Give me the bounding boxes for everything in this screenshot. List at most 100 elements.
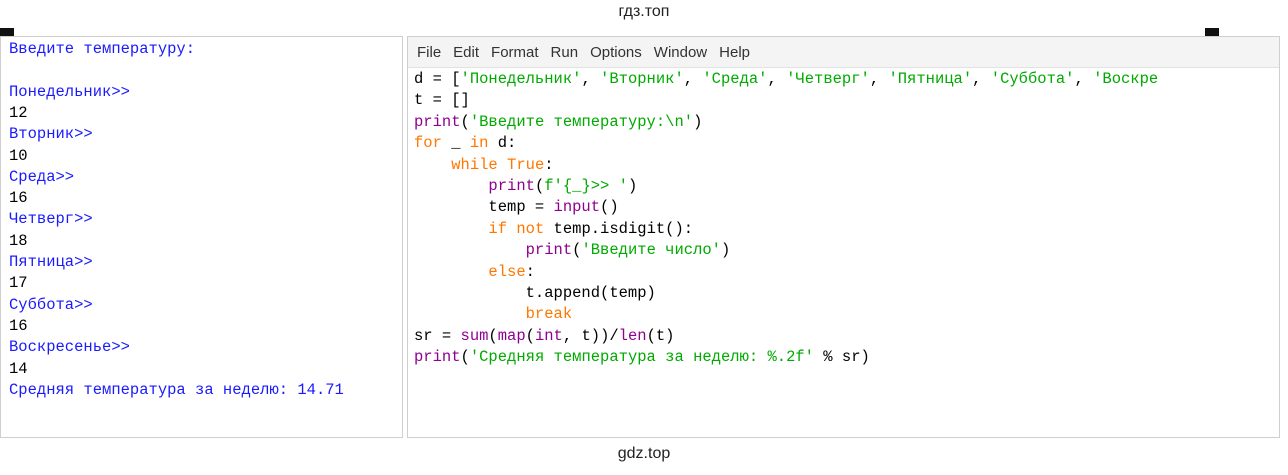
code-token: print	[414, 112, 461, 131]
watermark-top: гдз.топ	[618, 3, 670, 20]
menu-window[interactable]: Window	[654, 44, 707, 61]
code-token: sr =	[414, 326, 461, 345]
code-line: t.append(temp)	[414, 283, 1158, 304]
code-token: :	[544, 155, 554, 174]
shell-input-line: 12	[9, 103, 28, 122]
code-token: break	[525, 305, 573, 324]
shell-output-pane[interactable]: Введите температуру: Понедельник>> 12 Вторн…	[0, 36, 403, 438]
code-token: 'Воскре	[1093, 70, 1159, 88]
code-token: int	[534, 326, 563, 345]
code-token: input	[553, 198, 601, 217]
code-token: while	[451, 155, 498, 174]
code-token: for	[414, 134, 442, 153]
code-line: d = ['Понедельник', 'Вторник', 'Среда', …	[414, 69, 1158, 90]
code-token: 'Понедельник'	[460, 70, 582, 88]
code-token: ,	[1074, 70, 1094, 88]
code-token: 'Среда'	[702, 70, 768, 88]
code-token: temp.isdigit():	[544, 219, 694, 238]
code-token: f'{_}>> '	[544, 176, 628, 195]
code-token: ,	[972, 70, 991, 88]
menu-options[interactable]: Options	[590, 44, 642, 61]
editor-window[interactable]: File Edit Format Run Options Window Help d = […	[407, 36, 1280, 438]
code-token: in	[469, 134, 489, 153]
code-token: 'Средняя температура за неделю: %.2f'	[469, 348, 814, 367]
crop-artifact	[1205, 28, 1219, 36]
code-line: for _ in d:	[414, 133, 1158, 154]
shell-output-line: Четверг>>	[9, 210, 93, 229]
code-line: while True:	[414, 155, 1158, 176]
shell-output-line: Понедельник>>	[9, 82, 130, 101]
code-token: sum	[460, 326, 489, 345]
menu-run[interactable]: Run	[551, 44, 579, 61]
code-token: if	[488, 219, 508, 238]
code-token: ()	[600, 198, 619, 217]
code-token: t = []	[414, 91, 470, 110]
code-token: 'Введите температуру:\n'	[469, 112, 694, 131]
menu-file[interactable]: File	[417, 44, 441, 61]
code-token: else	[488, 262, 526, 281]
code-token: temp =	[414, 198, 554, 217]
code-token: print	[488, 176, 535, 195]
shell-output-line: Средняя температура за неделю: 14.71	[9, 380, 344, 399]
code-token: ,	[581, 70, 601, 88]
menu-help[interactable]: Help	[719, 44, 750, 61]
code-token: _	[441, 134, 470, 153]
crop-artifact	[0, 28, 14, 36]
code-token: ,	[767, 70, 787, 88]
code-line: break	[414, 304, 1158, 325]
shell-output-line: Суббота>>	[9, 295, 93, 314]
code-token: (t)	[646, 326, 675, 345]
code-token: , t))/	[562, 326, 619, 345]
code-token: True	[507, 155, 545, 174]
code-token: len	[618, 326, 647, 345]
code-token: ,	[683, 70, 703, 88]
code-line: temp = input()	[414, 197, 1158, 218]
code-token: d:	[488, 134, 517, 153]
watermark-bottom: gdz.top	[617, 445, 671, 462]
menu-edit[interactable]: Edit	[453, 44, 479, 61]
code-line: if not temp.isdigit():	[414, 219, 1158, 240]
shell-output-line: Вторник>>	[9, 125, 93, 144]
code-token: (	[460, 112, 470, 131]
code-token: 'Пятница'	[888, 70, 973, 88]
code-token: (	[534, 176, 545, 195]
shell-output-line: Введите температуру:	[9, 40, 196, 58]
code-line: print('Введите температуру:\n')	[414, 112, 1158, 133]
code-token: print	[525, 241, 573, 260]
code-area[interactable]: d = ['Понедельник', 'Вторник', 'Среда' , …	[414, 69, 1158, 368]
code-token: :	[525, 262, 535, 281]
code-token: 'Суббота'	[990, 70, 1075, 88]
code-token: (	[488, 326, 498, 345]
menu-bar: File Edit Format Run Options Window Help	[408, 37, 1279, 68]
code-token: (	[525, 326, 535, 345]
code-token: 'Четверг'	[786, 70, 870, 88]
shell-input-line: 16	[9, 316, 28, 335]
code-token: )	[720, 241, 731, 260]
shell-input-line: 18	[9, 231, 28, 250]
code-line: sr = sum(map(int, t))/len(t)	[414, 326, 1158, 347]
code-line: t = []	[414, 90, 1158, 111]
code-token: )	[693, 112, 703, 131]
code-token: % sr)	[813, 348, 870, 367]
shell-input-line: 10	[9, 146, 28, 165]
code-token: (	[460, 348, 470, 367]
shell-output-line: Среда>>	[9, 167, 75, 186]
shell-input-line: 16	[9, 189, 28, 208]
code-token: 'Вторник'	[600, 70, 684, 88]
code-line: else:	[414, 262, 1158, 283]
menu-format[interactable]: Format	[491, 44, 539, 61]
code-token: ,	[869, 70, 889, 88]
code-line: print('Средняя температура за неделю: %.…	[414, 347, 1158, 368]
code-token: map	[497, 326, 526, 345]
code-line: print('Введите число')	[414, 240, 1158, 261]
code-token: t.append(temp)	[414, 283, 656, 302]
code-token: not	[516, 219, 545, 238]
